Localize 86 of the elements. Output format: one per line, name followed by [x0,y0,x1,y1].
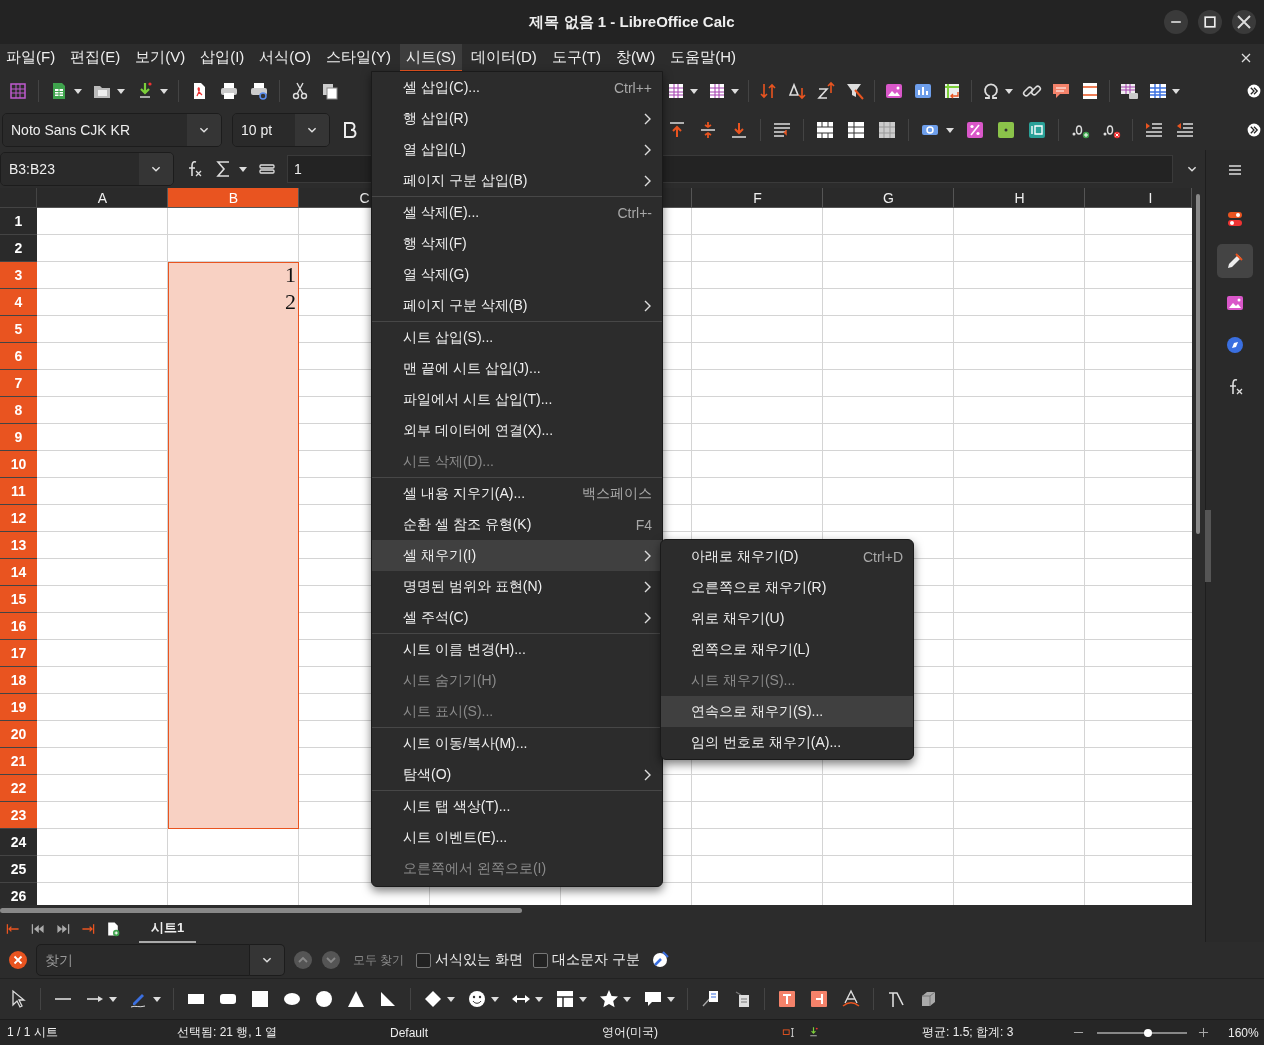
menu-item[interactable]: 명명된 범위와 표현(N) [372,571,662,602]
row-header[interactable]: 12 [0,505,37,532]
menu-item[interactable]: 행 삽입(R) [372,103,662,134]
shortcut-label: F4 [635,516,652,533]
row-header[interactable]: 23 [0,802,37,829]
menu-item[interactable]: 맨 끝에 시트 삽입(J)... [372,353,662,384]
menu-item[interactable]: 왼쪽으로 채우기(L) [661,634,913,665]
selection-summary: 평균: 1.5; 합계: 3 [922,1024,1015,1041]
menu-bar-item[interactable]: 서식(O) [253,44,317,72]
row-header[interactable]: 15 [0,586,37,613]
zoom-level[interactable]: 160% [1228,1025,1259,1040]
menu-bar-item[interactable]: 도구(T) [545,44,607,72]
menu-item[interactable]: 셀 내용 지우기(A)... 백스페이스 [372,478,662,509]
column-header[interactable]: F [692,188,823,208]
column-header[interactable]: H [954,188,1085,208]
menu-item[interactable]: 임의 번호로 채우기(A)... [661,727,913,758]
checkbox-label[interactable]: 대소문자 구분 [552,951,641,969]
row-header[interactable]: 7 [0,370,37,397]
menu-item[interactable]: 시트 이름 변경(H)... [372,634,662,665]
row-header[interactable]: 17 [0,640,37,667]
row-header[interactable]: 10 [0,451,37,478]
menu-item[interactable]: 오른쪽으로 채우기(R) [661,572,913,603]
row-header[interactable]: 19 [0,694,37,721]
menu-bar-item[interactable]: 도움말(H) [664,44,742,72]
row-header[interactable]: 11 [0,478,37,505]
menu-item[interactable]: 시트 이벤트(E)... [372,822,662,853]
menu-bar-item[interactable]: 창(W) [610,44,662,72]
menu-bar-item[interactable]: 편집(E) [64,44,127,72]
row-header[interactable]: 20 [0,721,37,748]
shortcut-label: Ctrl+D [862,548,903,565]
menu-item[interactable]: 시트 탭 색상(T)... [372,791,662,822]
column-header[interactable]: B [168,188,299,208]
menu-item[interactable]: 탐색(O) [372,759,662,790]
row-header[interactable]: 6 [0,343,37,370]
row-header[interactable]: 8 [0,397,37,424]
shortcut-label: Ctrl+- [617,204,652,221]
checkbox-label[interactable]: 서식있는 화면 [435,951,524,969]
column-header[interactable]: A [37,188,168,208]
menu-item[interactable]: 페이지 구분 삭제(B) [372,290,662,321]
menu-bar-item[interactable]: 데이터(D) [465,44,543,72]
row-header[interactable]: 13 [0,532,37,559]
menu-item[interactable]: 외부 데이터에 연결(X)... [372,415,662,446]
row-header[interactable]: 22 [0,775,37,802]
sheet-count: 1 / 1 시트 [7,1024,59,1041]
window-title: 제목 없음 1 - LibreOffice Calc [529,12,735,32]
menu-item[interactable]: 파일에서 시트 삽입(T)... [372,384,662,415]
menu-item[interactable]: 열 삭제(G) [372,259,662,290]
menu-bar-item[interactable]: 보기(V) [129,44,192,72]
column-header[interactable]: G [823,188,954,208]
row-header[interactable]: 9 [0,424,37,451]
row-header[interactable]: 2 [0,235,37,262]
sheet-tab[interactable]: 시트1 [139,914,197,943]
row-header[interactable]: 14 [0,559,37,586]
page-style[interactable]: Default [390,1025,602,1040]
row-header[interactable]: 24 [0,829,37,856]
table-cell-text: 2 [284,289,297,316]
menu-item[interactable]: 순환 셀 참조 유형(K) F4 [372,509,662,540]
shortcut-label: Ctrl++ [613,79,652,96]
menu-item[interactable]: 시트 삽입(S)... [372,322,662,353]
menu-item[interactable]: 시트 이동/복사(M)... [372,728,662,759]
selection-info: 선택됨: 21 행, 1 열 [177,1024,279,1041]
menu-item[interactable]: 위로 채우기(U) [661,603,913,634]
menu-item[interactable]: 행 삭제(F) [372,228,662,259]
menu-item[interactable]: 아래로 채우기(D) Ctrl+D [661,541,913,572]
menu-bar-item[interactable]: 스타일(Y) [320,44,397,72]
menu-bar-item[interactable]: 파일(F) [0,44,62,72]
search-field[interactable]: 찾기 [36,944,250,976]
row-header[interactable]: 3 [0,262,37,289]
row-header[interactable]: 25 [0,856,37,883]
row-header[interactable]: 4 [0,289,37,316]
column-header[interactable]: I [1085,188,1192,208]
menu-item[interactable]: 셀 주석(C) [372,602,662,633]
table-cell-text: 1 [284,262,297,289]
row-header[interactable]: 16 [0,613,37,640]
row-header[interactable]: 5 [0,316,37,343]
menu-item[interactable]: 연속으로 채우기(S)... [661,696,913,727]
row-header[interactable]: 21 [0,748,37,775]
row-header[interactable]: 18 [0,667,37,694]
row-header[interactable]: 26 [0,883,37,905]
language[interactable]: 영어(미국) [602,1024,782,1041]
menu-bar-item[interactable]: 삽입(I) [194,44,251,72]
menu-item[interactable]: 셀 채우기(I) [372,540,662,571]
shortcut-label: 백스페이스 [582,484,652,503]
menu-bar-item[interactable]: 시트(S) [400,44,462,72]
row-header[interactable]: 1 [0,208,37,235]
menu-item[interactable]: 셀 삽입(C)... Ctrl++ [372,72,662,103]
